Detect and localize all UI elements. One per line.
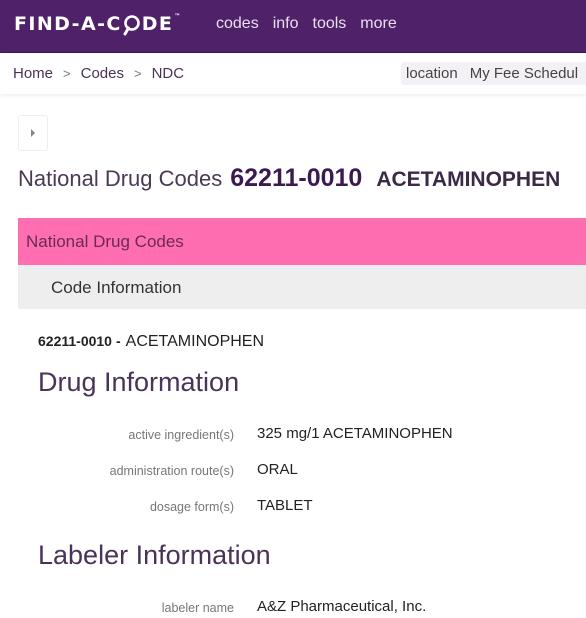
breadcrumb-bar: Home > Codes > NDC location My Fee Sched… — [0, 52, 586, 94]
nav-info[interactable]: info — [273, 15, 299, 33]
drug-info-row-active-ingredient: active ingredient(s) 325 mg/1 ACETAMINOP… — [0, 425, 586, 447]
field-label: administration route(s) — [109, 464, 234, 478]
main-nav: codes info tools more — [216, 15, 411, 33]
caret-right-icon — [31, 129, 35, 137]
category-bar-label: National Drug Codes — [26, 232, 184, 251]
subcategory-bar[interactable]: Code Information — [18, 265, 586, 309]
category-bar[interactable]: National Drug Codes — [18, 218, 586, 265]
field-label: dosage form(s) — [149, 500, 234, 514]
breadcrumb-separator: > — [63, 66, 71, 81]
page-title: National Drug Codes 62211-0010 ACETAMINO… — [18, 164, 560, 193]
find-a-code-logo[interactable]: FIND-A-C DE ™ — [14, 11, 180, 37]
field-label: active ingredient(s) — [128, 428, 234, 442]
top-navigation-bar: FIND-A-C DE ™ codes info tools more — [0, 0, 586, 52]
drug-info-row-administration-route: administration route(s) ORAL — [0, 461, 586, 483]
my-fee-schedule-button[interactable]: My Fee Schedul — [470, 65, 578, 82]
utility-links: location My Fee Schedul — [401, 62, 586, 85]
location-button[interactable]: location — [406, 65, 458, 82]
code-summary-dash: - — [115, 333, 121, 349]
field-value: 325 mg/1 ACETAMINOPHEN — [257, 425, 453, 442]
magnifying-glass-icon — [123, 14, 141, 36]
labeler-info-row-name: labeler name A&Z Pharmaceutical, Inc. — [0, 598, 586, 618]
page-title-code: 62211-0010 — [230, 164, 363, 192]
subcategory-bar-label: Code Information — [51, 278, 182, 297]
field-label: labeler name — [161, 601, 234, 615]
nav-more[interactable]: more — [360, 15, 396, 33]
code-summary-description: ACETAMINOPHEN — [125, 333, 265, 350]
code-summary-code: 62211-0010 — [38, 333, 112, 349]
field-value: TABLET — [257, 497, 313, 514]
code-summary-line: 62211-0010 - ACETAMINOPHEN — [38, 333, 264, 351]
logo-text-right: DE — [141, 13, 174, 35]
drug-info-row-dosage-form: dosage form(s) TABLET — [0, 497, 586, 519]
breadcrumb-separator: > — [133, 66, 142, 81]
field-value: A&Z Pharmaceutical, Inc. — [257, 598, 427, 615]
logo-text-left: FIND-A-C — [14, 13, 122, 35]
labeler-information-heading: Labeler Information — [38, 540, 271, 570]
sidebar-toggle-button[interactable] — [18, 115, 48, 151]
page-title-drug-name: ACETAMINOPHEN — [376, 168, 561, 191]
breadcrumb-ndc[interactable]: NDC — [152, 65, 185, 82]
breadcrumb-home[interactable]: Home — [13, 65, 53, 82]
breadcrumb: Home > Codes > NDC — [13, 65, 184, 82]
drug-information-heading: Drug Information — [38, 367, 240, 397]
page-title-prefix: National Drug Codes — [18, 166, 223, 191]
field-value: ORAL — [257, 461, 298, 478]
breadcrumb-codes[interactable]: Codes — [81, 65, 124, 82]
nav-codes[interactable]: codes — [216, 15, 259, 33]
nav-tools[interactable]: tools — [313, 15, 347, 33]
trademark-symbol: ™ — [174, 12, 181, 20]
